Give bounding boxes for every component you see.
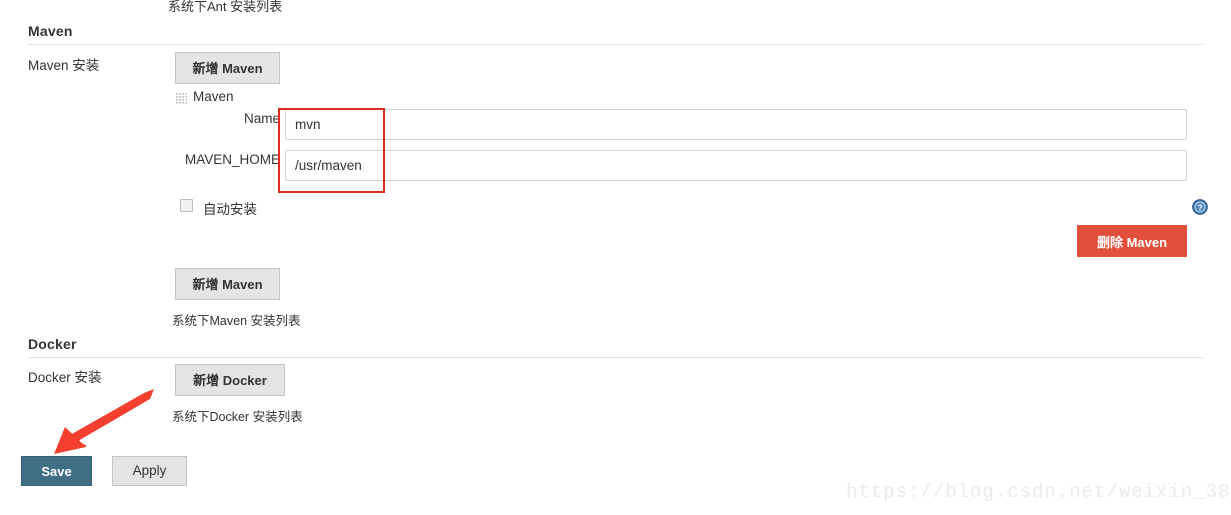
maven-entry-title: Maven <box>193 89 234 104</box>
maven-home-label: MAVEN_HOME <box>184 152 280 167</box>
auto-install-label: 自动安装 <box>203 202 257 217</box>
add-maven-button-top[interactable]: 新增 Maven <box>175 52 280 84</box>
add-docker-button[interactable]: 新增 Docker <box>175 364 285 396</box>
csdn-watermark: https://blog.csdn.net/weixin_38625805 <box>846 481 1231 503</box>
apply-button[interactable]: Apply <box>112 456 187 486</box>
delete-maven-button[interactable]: 删除 Maven <box>1077 225 1187 257</box>
help-circle-icon[interactable]: ? <box>1192 199 1208 215</box>
auto-install-checkbox[interactable] <box>180 199 193 212</box>
save-button[interactable]: Save <box>21 456 92 486</box>
maven-name-label: Name <box>243 111 280 126</box>
svg-text:?: ? <box>1197 203 1202 213</box>
docker-install-row-label: Docker 安装 <box>28 370 102 385</box>
red-arrow-pointing-to-save <box>54 389 154 454</box>
maven-install-row-label: Maven 安装 <box>28 58 100 73</box>
maven-section-heading: Maven <box>28 23 73 39</box>
maven-home-input[interactable] <box>285 150 1187 181</box>
docker-section-divider <box>28 357 1203 358</box>
maven-section-divider <box>28 44 1203 45</box>
maven-name-input[interactable] <box>285 109 1187 140</box>
docker-section-heading: Docker <box>28 336 77 352</box>
add-maven-button-bottom[interactable]: 新增 Maven <box>175 268 280 300</box>
drag-handle-icon[interactable] <box>176 91 187 104</box>
ant-install-list-hint: 系统下Ant 安装列表 <box>168 0 283 14</box>
docker-install-list-hint: 系统下Docker 安装列表 <box>172 410 303 424</box>
maven-install-list-hint: 系统下Maven 安装列表 <box>172 314 301 328</box>
jenkins-global-tool-configuration-page: 系统下Ant 安装列表 Maven Maven 安装 新增 Maven Mave… <box>0 0 1231 515</box>
